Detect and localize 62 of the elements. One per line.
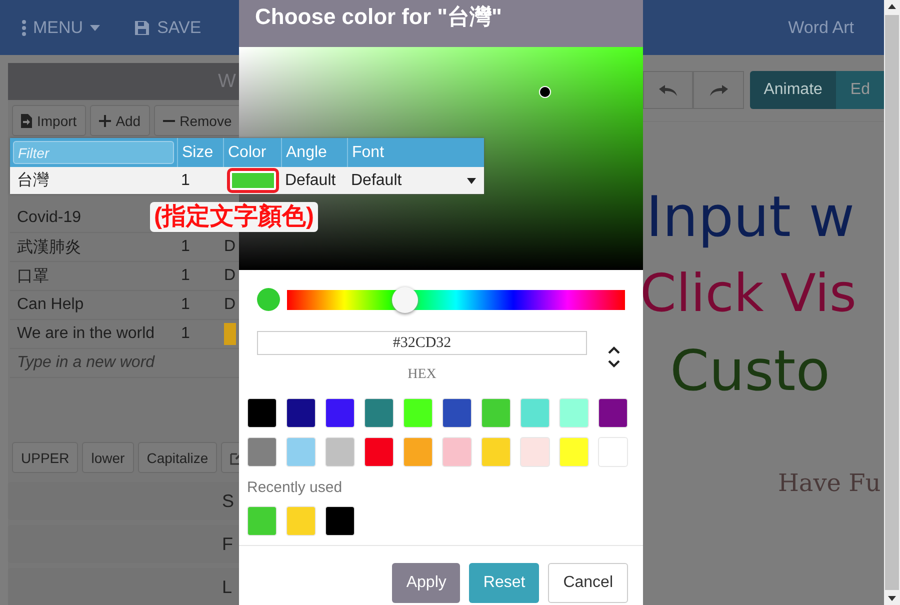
size-cell: 1: [181, 325, 190, 342]
plus-icon: [98, 114, 111, 126]
case-button[interactable]: lower: [82, 442, 134, 473]
canvas-word: Input w: [646, 184, 855, 252]
scroll-down-icon: [888, 596, 896, 601]
up-down-chevron-icon[interactable]: [607, 344, 621, 370]
size-cell-text: 1: [180, 172, 191, 190]
redo-arrow-icon: [710, 84, 728, 96]
undo-button[interactable]: [643, 71, 694, 109]
size-cell: 1: [181, 296, 190, 313]
caret-icon: [90, 24, 100, 30]
toolbar-button[interactable]: Add: [90, 105, 150, 136]
app-title: Word Art: [788, 18, 854, 38]
canvas-word: Click Vis: [640, 263, 856, 326]
annotation-text: (指定文字顏色): [150, 202, 318, 232]
hue-thumb[interactable]: [392, 286, 418, 312]
color-cell: D: [224, 267, 236, 284]
case-button[interactable]: UPPER: [12, 442, 78, 473]
new-word-placeholder[interactable]: Type in a new word: [10, 354, 177, 372]
dots-icon: [22, 20, 26, 36]
undo-arrow-icon: [659, 84, 678, 96]
floppy-icon: [134, 20, 150, 36]
hue-slider[interactable]: [287, 290, 625, 310]
size-cell: 1: [181, 267, 190, 284]
dialog-title: Choose color for "台灣": [255, 3, 502, 31]
color-swatch[interactable]: [227, 168, 279, 193]
toolbar-button[interactable]: Import: [12, 105, 86, 136]
word-cell-text: 台灣: [16, 170, 50, 191]
canvas-word: Custo: [670, 338, 830, 405]
cancel-button[interactable]: Cancel: [548, 563, 628, 603]
column-header[interactable]: Size: [177, 138, 223, 167]
saturation-handle[interactable]: [539, 86, 551, 98]
filter-field[interactable]: Filter: [13, 141, 174, 164]
word-cell: 口罩: [17, 268, 49, 284]
color-cell: D: [224, 238, 236, 255]
menu-button[interactable]: MENU: [16, 18, 106, 38]
file-import-icon: [21, 114, 32, 128]
scrollbar[interactable]: [884, 0, 900, 605]
toolbar-button[interactable]: Remove: [154, 105, 241, 136]
apply-button[interactable]: Apply: [392, 563, 460, 603]
hex-field[interactable]: #32CD32: [257, 331, 587, 355]
caret-icon: [467, 178, 476, 184]
recent-label: Recently used: [246, 478, 344, 496]
redo-button[interactable]: [693, 71, 744, 109]
scroll-up-icon: [888, 4, 896, 9]
angle-cell-text: Default: [284, 172, 337, 190]
hex-label: HEX: [408, 367, 436, 383]
color-cell: D: [224, 296, 236, 313]
word-cell: Can Help: [17, 296, 84, 313]
mode-tab[interactable]: Animate: [750, 71, 836, 109]
canvas-word: Have Fu: [778, 468, 881, 498]
save-button[interactable]: SAVE: [128, 18, 208, 38]
scroll-thumb[interactable]: [885, 15, 899, 590]
word-cell: Covid-19: [17, 209, 82, 226]
mode-tab[interactable]: Ed: [836, 71, 884, 109]
font-dropdown[interactable]: Default: [347, 172, 484, 190]
case-button[interactable]: Capitalize: [138, 442, 218, 473]
word-cell: We are in the world: [17, 325, 155, 342]
reset-button[interactable]: Reset: [469, 563, 540, 603]
color-swatch[interactable]: [224, 323, 236, 345]
size-cell: 1: [181, 238, 190, 255]
word-cell: 武漢肺炎: [17, 238, 81, 256]
